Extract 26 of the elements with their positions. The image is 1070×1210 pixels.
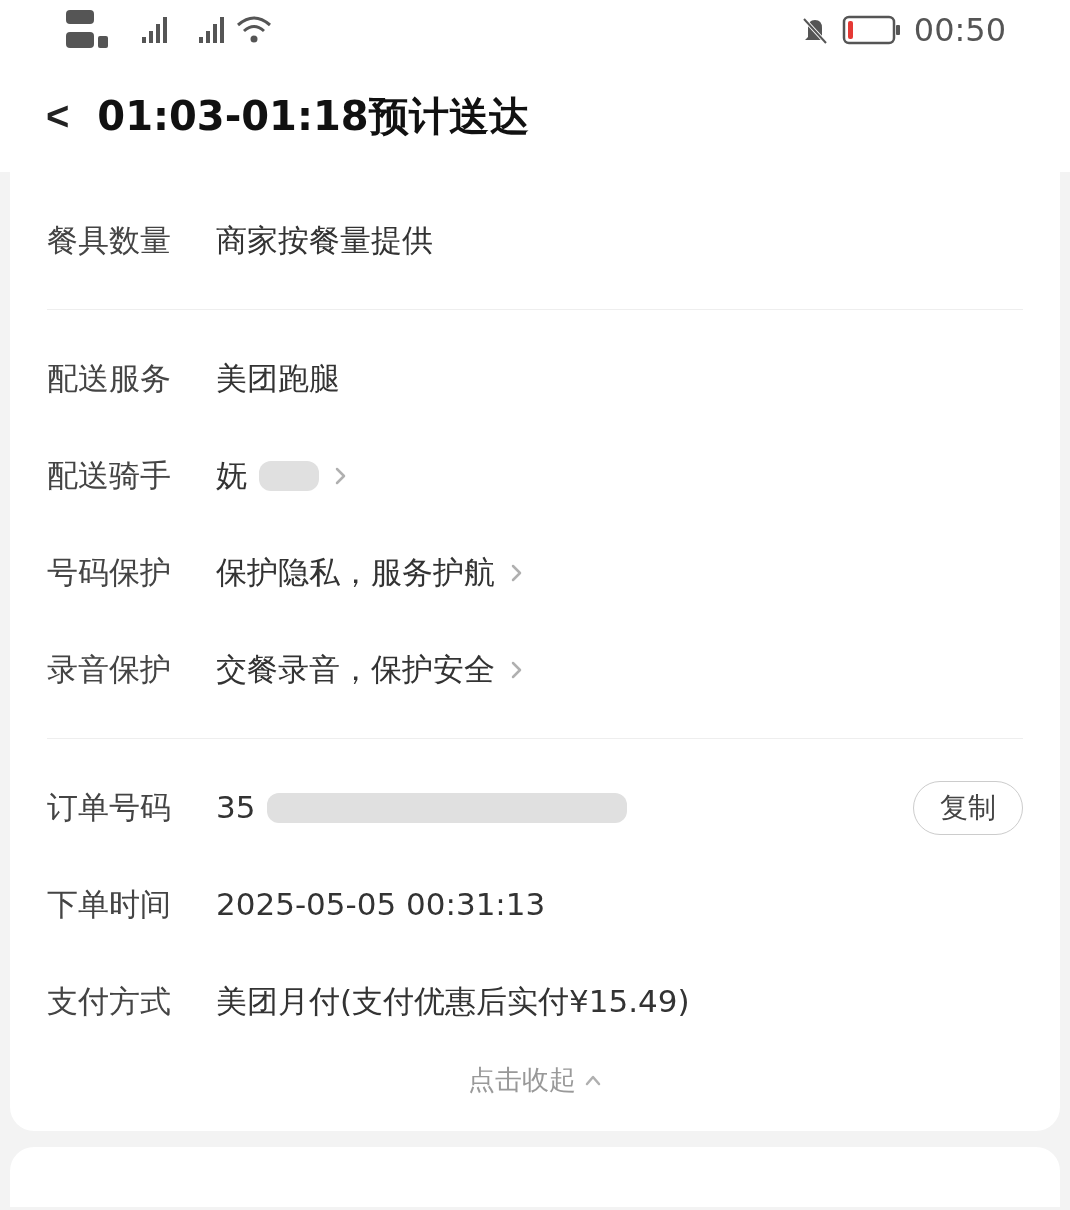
field-value: 妩 [216,456,247,496]
field-label: 餐具数量 [47,221,172,261]
field-value: 美团跑腿 [216,359,340,399]
field-label: 录音保护 [47,650,172,690]
field-value: 交餐录音，保护安全 [216,650,495,690]
field-label: 订单号码 [47,788,172,828]
page-title: 01:03-01:18预计送达 [97,92,529,141]
clock-time: 00:50 [913,10,1006,51]
field-label: 支付方式 [47,982,172,1022]
wifi-icon [236,15,272,45]
redaction-blur [259,460,319,491]
field-label: 配送骑手 [47,456,172,496]
field-value: 35 [216,788,256,828]
battery-icon [841,14,902,46]
field-value: 保护隐私，服务护航 [216,553,495,593]
field-value: 美团月付(支付优惠后实付¥15.49) [216,982,690,1022]
collapse-label: 点击收起 [468,1063,576,1097]
field-value: 商家按餐量提供 [216,221,433,261]
field-label: 号码保护 [47,553,172,593]
field-value: 2025-05-05 00:31:13 [216,885,546,925]
signal-icon [142,17,167,43]
field-label: 下单时间 [47,885,172,925]
signal-icon [199,17,224,43]
field-label: 配送服务 [47,359,172,399]
hd-icon [64,10,110,50]
back-button[interactable]: < [46,96,70,136]
